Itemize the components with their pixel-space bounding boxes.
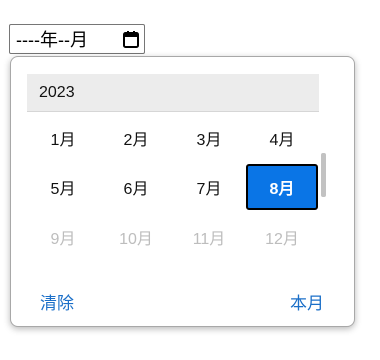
month-label: 2月 [123, 132, 149, 149]
month-label: 7月 [196, 181, 222, 198]
this-month-button[interactable]: 本月 [290, 289, 324, 314]
month-label: 3月 [196, 132, 222, 149]
clear-button[interactable]: 清除 [40, 289, 74, 314]
month-input-value: ----年--月 [16, 30, 88, 50]
month-cell-10[interactable]: 10月 [100, 214, 172, 260]
month-grid-scrollbar[interactable] [321, 153, 326, 197]
month-cell-9[interactable]: 9月 [27, 214, 99, 260]
month-label: 12月 [265, 231, 299, 248]
year-label: 2023 [39, 83, 75, 101]
month-cell-2[interactable]: 2月 [100, 115, 172, 161]
month-label: 8月 [269, 181, 295, 198]
month-label: 1月 [50, 132, 76, 149]
month-label: 6月 [123, 181, 149, 198]
month-cell-5[interactable]: 5月 [27, 164, 99, 210]
month-input[interactable]: ----年--月 [9, 24, 145, 54]
month-label: 5月 [50, 181, 76, 198]
month-cell-8[interactable]: 8月 [246, 164, 318, 210]
month-cell-7[interactable]: 7月 [173, 164, 245, 210]
calendar-icon[interactable] [123, 31, 139, 48]
month-cell-4[interactable]: 4月 [246, 115, 318, 161]
month-label: 4月 [269, 132, 295, 149]
month-cell-6[interactable]: 6月 [100, 164, 172, 210]
month-label: 9月 [50, 231, 76, 248]
month-cell-11[interactable]: 11月 [173, 214, 245, 260]
month-label: 10月 [119, 231, 153, 248]
month-picker-popup: 2023 1月 2月 3月 4月 5月 6月 7月 8月 9月 10月 11月 … [10, 56, 355, 327]
month-cell-12[interactable]: 12月 [246, 214, 318, 260]
month-cell-1[interactable]: 1月 [27, 115, 99, 161]
year-selector[interactable]: 2023 [27, 74, 319, 112]
month-cell-3[interactable]: 3月 [173, 115, 245, 161]
month-label: 11月 [192, 231, 226, 248]
